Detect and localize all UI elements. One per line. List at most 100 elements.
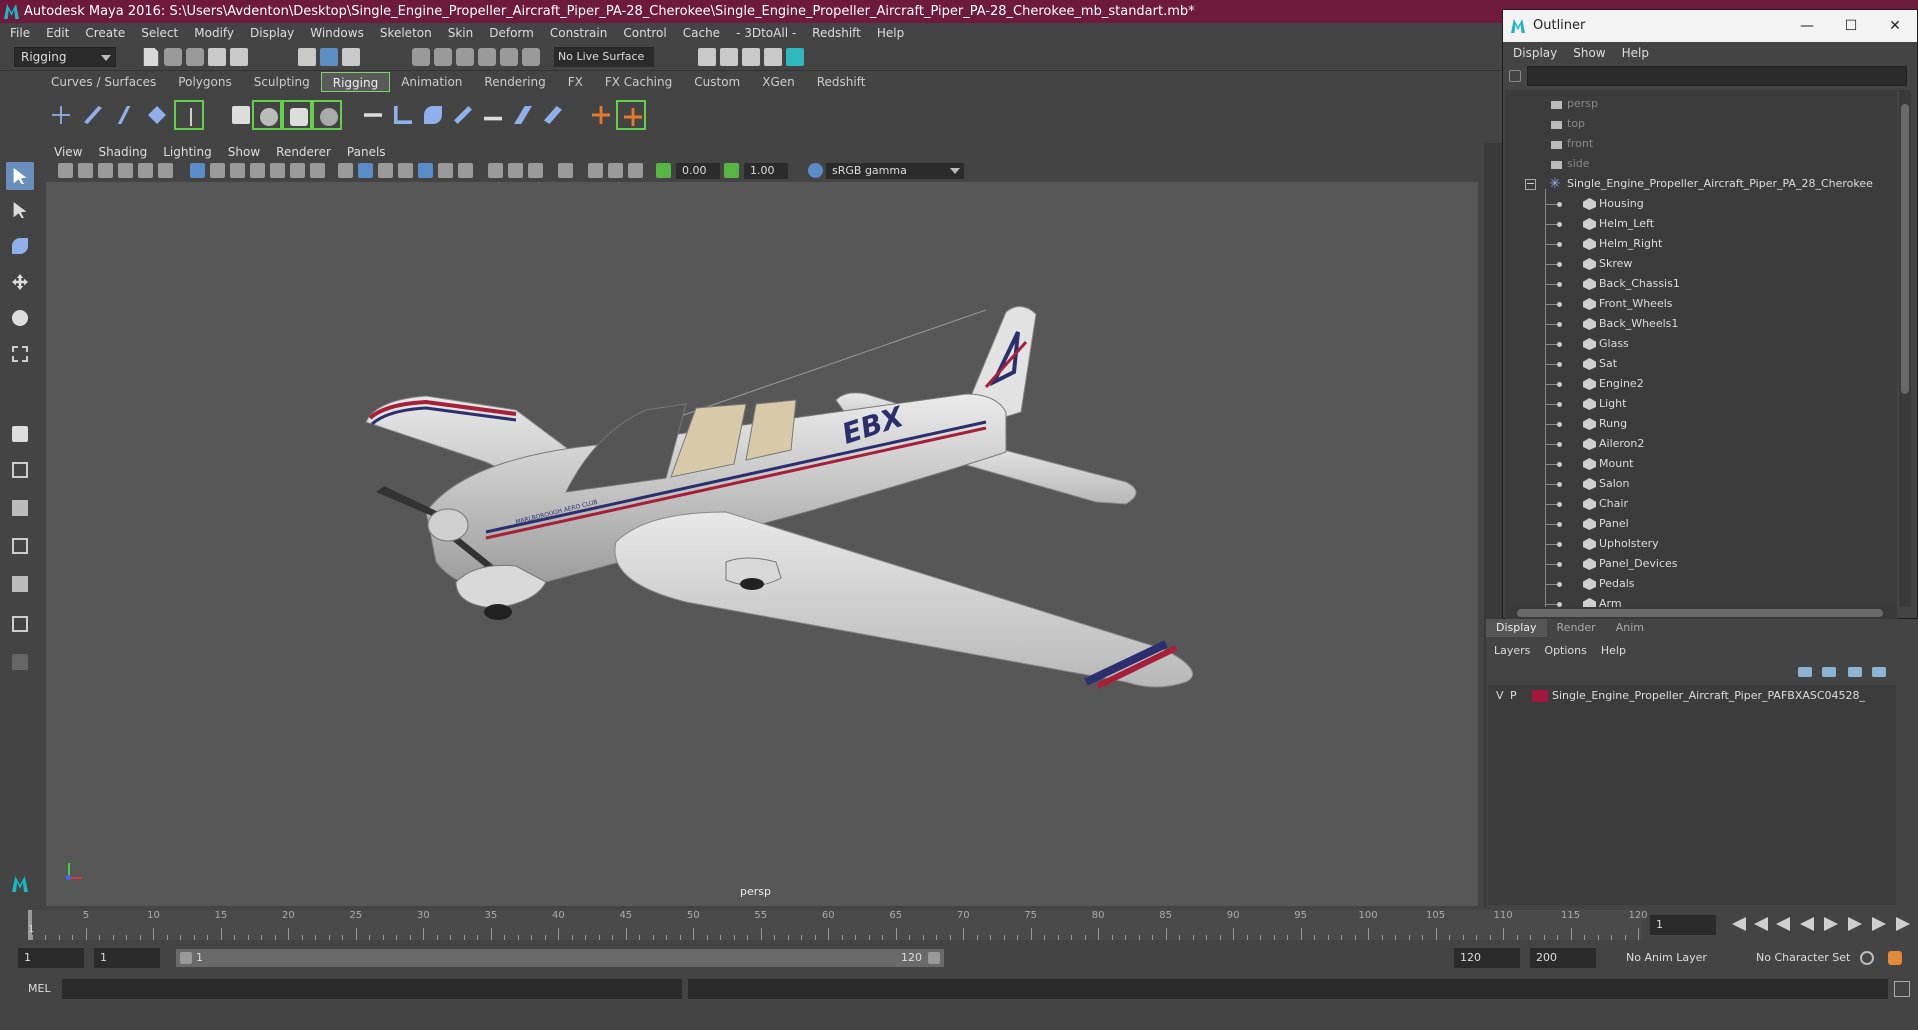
outliner-item[interactable]: Back_Chassis1 — [1505, 274, 1897, 294]
layer-row[interactable]: V P Single_Engine_Propeller_Aircraft_Pip… — [1488, 687, 1896, 705]
snap-point-icon[interactable] — [456, 48, 474, 66]
outliner-item[interactable]: Aileron2 — [1505, 434, 1897, 454]
collapse-icon[interactable]: − — [1525, 178, 1536, 190]
select-hierarchy-icon[interactable] — [298, 48, 316, 66]
step-back-frame-icon[interactable] — [1754, 917, 1768, 931]
outliner-item[interactable]: Helm_Left — [1505, 214, 1897, 234]
paint-select-icon[interactable] — [6, 232, 34, 260]
outliner-item[interactable]: Sat — [1505, 354, 1897, 374]
film-gate-icon[interactable] — [210, 163, 225, 178]
layout-icon[interactable] — [6, 610, 34, 638]
menu-redshift[interactable]: Redshift — [812, 26, 861, 40]
menu-skin[interactable]: Skin — [448, 26, 474, 40]
outliner-item-front[interactable]: front — [1505, 134, 1897, 154]
shelf-tab-animation[interactable]: Animation — [390, 72, 473, 92]
outliner-item[interactable]: Front_Wheels — [1505, 294, 1897, 314]
outliner-item[interactable]: Upholstery — [1505, 534, 1897, 554]
ik-handle-icon[interactable] — [78, 100, 108, 130]
go-to-end-icon[interactable] — [1896, 917, 1910, 931]
vp-menu-shading[interactable]: Shading — [98, 145, 147, 159]
grease-pencil-icon[interactable] — [158, 163, 173, 178]
xray-icon[interactable] — [588, 163, 603, 178]
bookmark-icon[interactable] — [98, 163, 113, 178]
render-settings-icon[interactable] — [698, 48, 716, 66]
vp-menu-renderer[interactable]: Renderer — [276, 145, 331, 159]
scale-tool-icon[interactable] — [6, 340, 34, 368]
outliner-item-root[interactable]: − ✳ Single_Engine_Propeller_Aircraft_Pip… — [1505, 174, 1897, 194]
outliner-item[interactable]: Glass — [1505, 334, 1897, 354]
gamma-icon[interactable] — [724, 163, 739, 178]
time-slider-track[interactable]: 5 10 15 20 25 30 35 40 45 50 55 60 65 70 75 80 85 90 95 100… — [28, 910, 1648, 940]
select-camera-icon[interactable] — [58, 163, 73, 178]
persp-outliner-icon[interactable] — [6, 494, 34, 522]
isolate-select-icon[interactable] — [558, 163, 573, 178]
range-end-handle[interactable] — [928, 952, 940, 964]
more-layouts-icon[interactable] — [6, 648, 34, 676]
wrap-deformer-icon[interactable] — [282, 100, 312, 130]
lattice-icon[interactable] — [252, 100, 282, 130]
xray-components-icon[interactable] — [628, 163, 643, 178]
playback-end-field[interactable]: 120 — [1454, 948, 1520, 968]
camera-attributes-icon[interactable] — [78, 163, 93, 178]
command-language-toggle[interactable]: MEL — [28, 979, 51, 999]
open-scene-icon[interactable] — [164, 48, 182, 66]
shelf-tab-sculpting[interactable]: Sculpting — [243, 72, 321, 92]
move-layer-down-icon[interactable] — [1822, 667, 1836, 677]
ik-spline-icon[interactable] — [110, 100, 140, 130]
snap-grid-icon[interactable] — [412, 48, 430, 66]
live-surface-field[interactable]: No Live Surface — [554, 47, 654, 67]
gamma-field[interactable]: 1.00 — [744, 163, 788, 179]
image-plane-icon[interactable] — [118, 163, 133, 178]
smooth-bind-icon[interactable] — [358, 100, 388, 130]
snap-curve-icon[interactable] — [434, 48, 452, 66]
select-object-icon[interactable] — [320, 48, 338, 66]
locator-icon[interactable] — [174, 100, 204, 130]
vp-menu-lighting[interactable]: Lighting — [163, 145, 212, 159]
four-view-icon[interactable] — [6, 456, 34, 484]
outliner-item[interactable]: Engine2 — [1505, 374, 1897, 394]
outliner-item[interactable]: Back_Wheels1 — [1505, 314, 1897, 334]
snap-vertex-icon[interactable] — [522, 48, 540, 66]
scrollbar-thumb[interactable] — [1901, 104, 1909, 394]
step-forward-key-icon[interactable] — [1848, 917, 1862, 931]
paint-weights-icon[interactable] — [418, 100, 448, 130]
layer-menu-layers[interactable]: Layers — [1494, 644, 1530, 657]
safe-action-icon[interactable] — [290, 163, 305, 178]
layer-visibility-toggle[interactable]: V — [1496, 687, 1504, 705]
hypershade-icon[interactable] — [764, 48, 782, 66]
xray-joints-icon[interactable] — [608, 163, 623, 178]
step-forward-frame-icon[interactable] — [1872, 917, 1886, 931]
menu-file[interactable]: File — [10, 26, 30, 40]
menu-help[interactable]: Help — [877, 26, 904, 40]
shelf-tab-polygons[interactable]: Polygons — [167, 72, 242, 92]
new-scene-icon[interactable] — [143, 48, 159, 66]
vp-menu-panels[interactable]: Panels — [347, 145, 386, 159]
play-forwards-icon[interactable] — [1824, 917, 1838, 931]
shelf-tab-rendering[interactable]: Rendering — [473, 72, 556, 92]
menu-control[interactable]: Control — [623, 26, 666, 40]
anim-start-field[interactable]: 1 — [18, 948, 84, 968]
move-tool-icon[interactable] — [6, 268, 34, 296]
screen-space-ao-icon[interactable] — [488, 163, 503, 178]
preferences-icon[interactable] — [1888, 951, 1902, 965]
wireframe-on-shaded-icon[interactable] — [398, 163, 413, 178]
outliner-item[interactable]: Salon — [1505, 474, 1897, 494]
select-tool-icon[interactable] — [6, 162, 34, 190]
maya-home-icon[interactable] — [6, 870, 34, 898]
layer-menu-help[interactable]: Help — [1601, 644, 1626, 657]
add-influence-icon[interactable] — [478, 100, 508, 130]
use-all-lights-icon[interactable] — [438, 163, 453, 178]
menu-deform[interactable]: Deform — [489, 26, 534, 40]
range-bar[interactable]: 1 120 — [176, 949, 944, 967]
outliner-vertical-scrollbar[interactable] — [1899, 90, 1911, 607]
command-input[interactable] — [62, 979, 682, 999]
menu-3dtoall[interactable]: - 3DtoAll - — [736, 26, 796, 40]
exposure-icon[interactable] — [656, 163, 671, 178]
new-layer-selected-icon[interactable] — [1872, 667, 1886, 677]
layer-tab-display[interactable]: Display — [1486, 619, 1547, 637]
menu-windows[interactable]: Windows — [310, 26, 364, 40]
safe-title-icon[interactable] — [310, 163, 325, 178]
snap-view-icon[interactable] — [478, 48, 496, 66]
vp-menu-show[interactable]: Show — [228, 145, 260, 159]
exposure-field[interactable]: 0.00 — [676, 163, 720, 179]
